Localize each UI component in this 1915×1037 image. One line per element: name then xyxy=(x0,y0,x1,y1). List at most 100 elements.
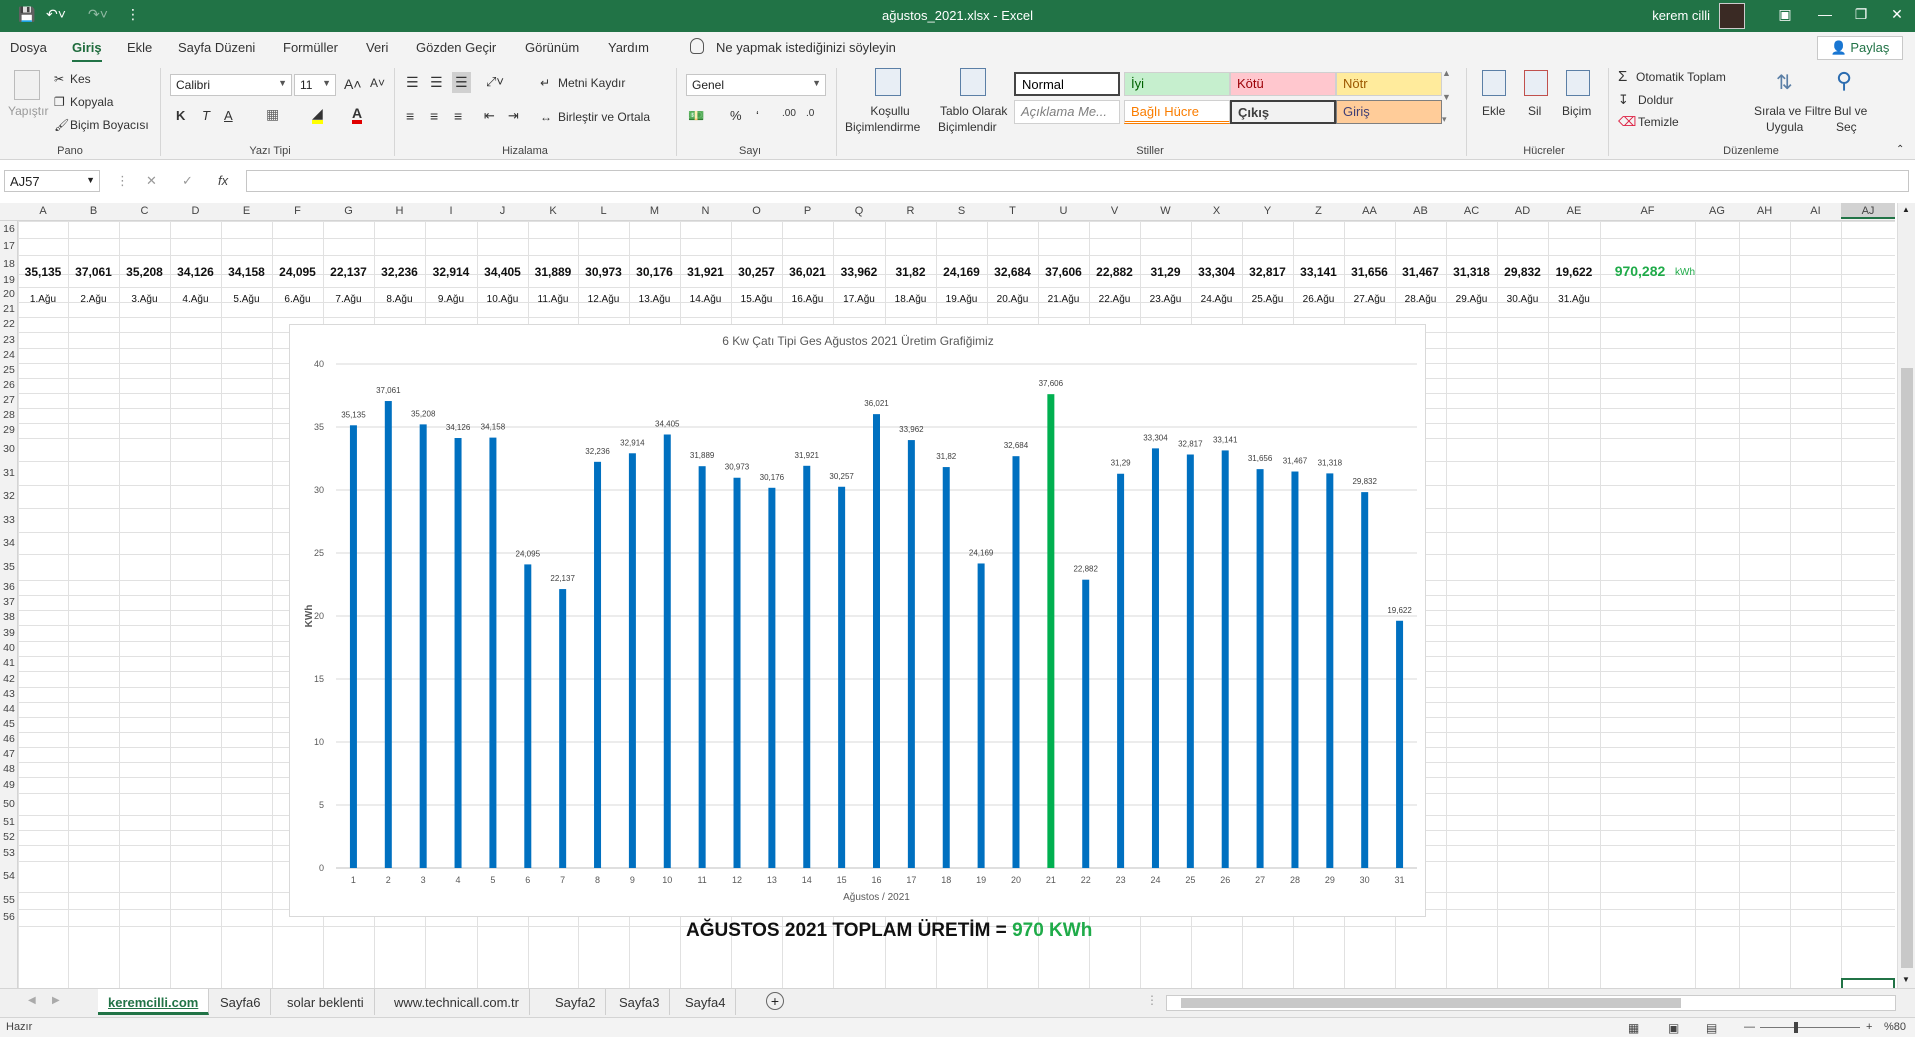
cell-value[interactable]: 31,318 xyxy=(1446,265,1497,279)
row-header[interactable]: 45 xyxy=(0,718,18,730)
borders-icon[interactable]: ▦ xyxy=(266,106,279,123)
gallery-down-icon[interactable]: ▼ xyxy=(1442,92,1451,102)
zoom-out-icon[interactable]: — xyxy=(1744,1021,1755,1033)
page-break-view-icon[interactable]: ▤ xyxy=(1706,1021,1717,1035)
row-header[interactable]: 51 xyxy=(0,816,18,828)
align-left-icon[interactable]: ≡ xyxy=(406,108,414,124)
column-header[interactable]: H xyxy=(374,205,425,217)
row-header[interactable]: 23 xyxy=(0,334,18,346)
cell-value[interactable]: 31,29 xyxy=(1140,265,1191,279)
orientation-icon[interactable]: ⤢˅ xyxy=(486,74,504,90)
insert-function-icon[interactable]: fx xyxy=(218,173,228,188)
sort-filter-icon[interactable]: ⇅ xyxy=(1776,70,1793,95)
column-header[interactable]: Q xyxy=(833,205,885,217)
column-header[interactable]: S xyxy=(936,205,987,217)
format-as-table-button[interactable]: Tablo Olarak xyxy=(940,104,1007,118)
horizontal-scrollbar[interactable] xyxy=(1166,995,1896,1011)
sheet-tab[interactable]: www.technicall.com.tr xyxy=(384,989,530,1015)
scroll-thumb[interactable] xyxy=(1181,998,1681,1008)
date-cell[interactable]: 16.Ağu xyxy=(782,294,833,305)
row-header[interactable]: 53 xyxy=(0,847,18,859)
cell-value[interactable]: 32,914 xyxy=(425,265,477,279)
date-cell[interactable]: 8.Ağu xyxy=(374,294,425,305)
copy-icon[interactable]: ❐ xyxy=(54,95,65,109)
cell-value[interactable]: 37,061 xyxy=(68,265,119,279)
column-header[interactable]: X xyxy=(1191,205,1242,217)
row-header[interactable]: 24 xyxy=(0,349,18,361)
font-color-icon[interactable]: A xyxy=(352,106,363,124)
cell-value[interactable]: 34,405 xyxy=(477,265,528,279)
formula-input[interactable] xyxy=(246,170,1909,192)
cell-value[interactable]: 33,141 xyxy=(1293,265,1344,279)
row-header[interactable]: 34 xyxy=(0,537,18,549)
cell-value[interactable]: 31,467 xyxy=(1395,265,1446,279)
sheet-tab[interactable]: keremcilli.com xyxy=(98,989,210,1015)
underline-button[interactable]: A xyxy=(224,108,233,123)
find-select-button[interactable]: Bul ve xyxy=(1834,104,1867,118)
cell-value[interactable]: 31,921 xyxy=(680,265,731,279)
next-sheet-icon[interactable]: ▶ xyxy=(52,995,60,1006)
date-cell[interactable]: 1.Ağu xyxy=(18,294,68,305)
column-header[interactable]: K xyxy=(528,205,578,217)
column-header[interactable]: AG xyxy=(1695,205,1739,217)
user-name[interactable]: kerem cilli xyxy=(1652,8,1710,23)
delete-cells-icon[interactable] xyxy=(1524,70,1548,96)
cell-value[interactable]: 29,832 xyxy=(1497,265,1548,279)
date-cell[interactable]: 11.Ağu xyxy=(528,294,578,305)
row-header[interactable]: 43 xyxy=(0,688,18,700)
sheet-tab[interactable]: Sayfa3 xyxy=(609,989,671,1015)
column-header[interactable]: AE xyxy=(1548,205,1600,217)
tab-gorunum[interactable]: Görünüm xyxy=(525,40,579,55)
avatar[interactable] xyxy=(1719,3,1745,29)
row-header[interactable]: 19 xyxy=(0,274,18,286)
date-cell[interactable]: 17.Ağu xyxy=(833,294,885,305)
production-chart[interactable]: 6 Kw Çatı Tipi Ges Ağustos 2021 Üretim G… xyxy=(289,324,1426,917)
cell-value[interactable]: 30,257 xyxy=(731,265,782,279)
conditional-formatting-button[interactable]: Koşullu xyxy=(870,104,910,118)
tab-sayfa-duzeni[interactable]: Sayfa Düzeni xyxy=(178,40,255,55)
name-box[interactable]: AJ57 ▼ xyxy=(4,170,100,192)
cell-style-5[interactable]: Açıklama Me... xyxy=(1014,100,1120,124)
row-header[interactable]: 52 xyxy=(0,831,18,843)
normal-view-icon[interactable]: ▦ xyxy=(1628,1021,1639,1035)
cell-value[interactable]: 33,304 xyxy=(1191,265,1242,279)
cell-style-8[interactable]: Giriş xyxy=(1336,100,1442,124)
row-header[interactable]: 25 xyxy=(0,364,18,376)
date-cell[interactable]: 30.Ağu xyxy=(1497,294,1548,305)
date-cell[interactable]: 2.Ağu xyxy=(68,294,119,305)
date-cell[interactable]: 10.Ağu xyxy=(477,294,528,305)
cell-style-6[interactable]: Bağlı Hücre xyxy=(1124,100,1230,124)
column-header[interactable]: AJ xyxy=(1841,203,1895,219)
row-header[interactable]: 30 xyxy=(0,443,18,455)
vertical-scrollbar[interactable]: ▲ ▼ xyxy=(1897,203,1915,988)
cell-value[interactable]: 32,817 xyxy=(1242,265,1293,279)
decrease-decimal-icon[interactable]: .0 xyxy=(806,108,814,119)
row-header[interactable]: 56 xyxy=(0,911,18,923)
column-header[interactable]: AB xyxy=(1395,205,1446,217)
row-header[interactable]: 47 xyxy=(0,748,18,760)
total-cell[interactable]: 970,282 xyxy=(1600,263,1680,279)
row-header[interactable]: 39 xyxy=(0,627,18,639)
insert-cells-button[interactable]: Ekle xyxy=(1482,104,1505,118)
row-header[interactable]: 50 xyxy=(0,798,18,810)
increase-indent-icon[interactable]: ⇥ xyxy=(508,108,519,124)
row-header[interactable]: 55 xyxy=(0,894,18,906)
row-header[interactable]: 26 xyxy=(0,379,18,391)
cancel-icon[interactable]: ✕ xyxy=(146,173,157,189)
column-header[interactable]: AA xyxy=(1344,205,1395,217)
date-cell[interactable]: 7.Ağu xyxy=(323,294,374,305)
row-header[interactable]: 27 xyxy=(0,394,18,406)
cell-value[interactable]: 31,889 xyxy=(528,265,578,279)
date-cell[interactable]: 13.Ağu xyxy=(629,294,680,305)
tab-gozden-gecir[interactable]: Gözden Geçir xyxy=(416,40,496,55)
format-painter-icon[interactable]: 🖌 xyxy=(54,118,69,132)
column-header[interactable]: AH xyxy=(1739,205,1790,217)
tab-dosya[interactable]: Dosya xyxy=(10,40,47,55)
row-header[interactable]: 18 xyxy=(0,258,18,270)
cell-style-7[interactable]: Çıkış xyxy=(1230,100,1336,124)
percent-icon[interactable]: % xyxy=(730,108,742,123)
clear-button[interactable]: Temizle xyxy=(1638,115,1679,129)
date-cell[interactable]: 27.Ağu xyxy=(1344,294,1395,305)
date-cell[interactable]: 4.Ağu xyxy=(170,294,221,305)
tab-split-icon[interactable]: ⋮ xyxy=(1146,993,1158,1007)
